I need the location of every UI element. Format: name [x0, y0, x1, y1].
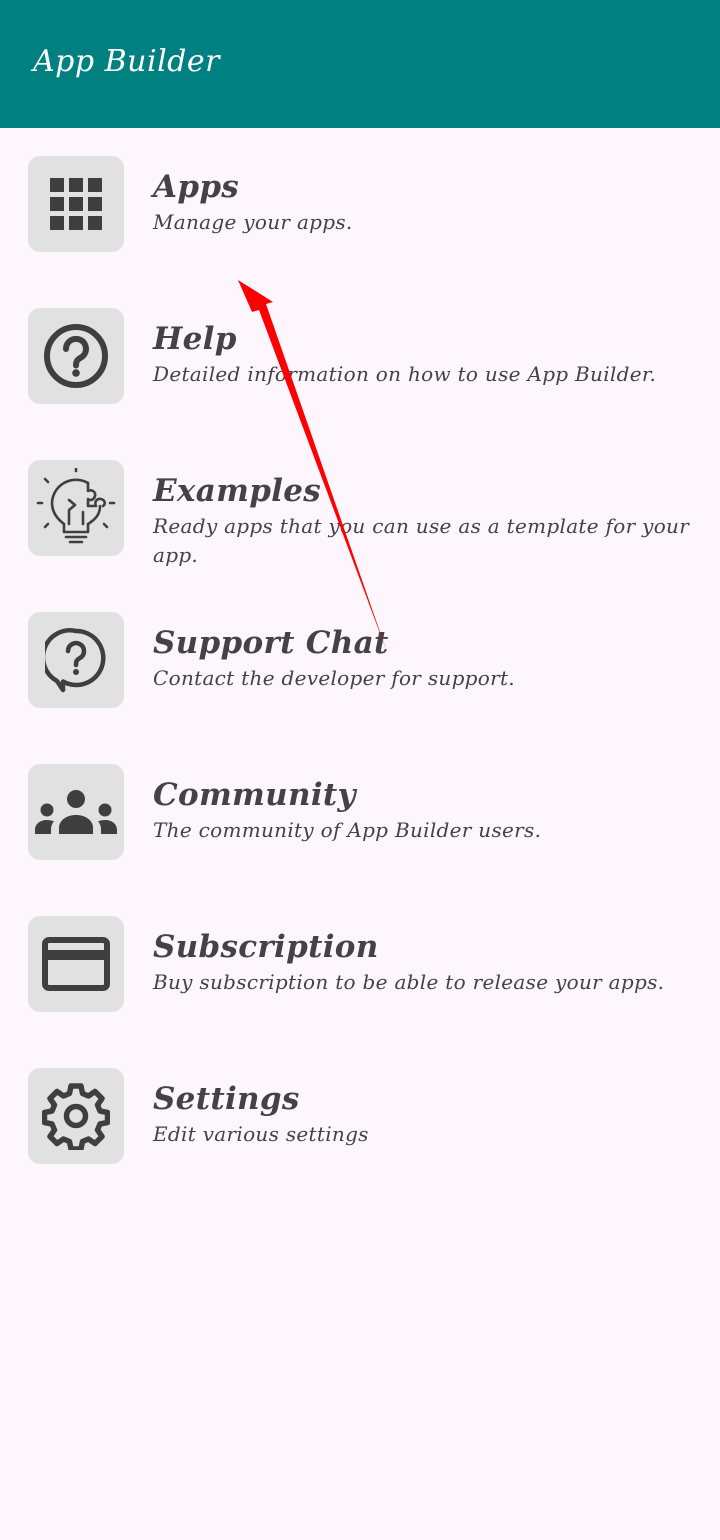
gear-icon	[28, 1068, 124, 1164]
menu-item-text: Subscription Buy subscription to be able…	[153, 926, 693, 997]
menu-item-subtitle: Buy subscription to be able to release y…	[153, 970, 665, 994]
menu-item-title: Subscription	[153, 929, 379, 965]
menu-item-text: Help Detailed information on how to use …	[153, 318, 693, 389]
menu-item-title: Help	[153, 321, 237, 357]
menu-item-subtitle: Edit various settings	[153, 1122, 369, 1146]
menu-item-support-chat[interactable]: Support Chat Contact the developer for s…	[0, 612, 720, 708]
group-icon	[28, 764, 124, 860]
menu-item-settings[interactable]: Settings Edit various settings	[0, 1068, 720, 1164]
menu-item-title: Settings	[153, 1081, 300, 1117]
menu-item-subtitle: Ready apps that you can use as a templat…	[153, 514, 690, 567]
menu-item-title: Support Chat	[153, 625, 389, 661]
menu-item-community[interactable]: Community The community of App Builder u…	[0, 764, 720, 860]
menu-item-title: Apps	[153, 169, 240, 205]
menu-item-subtitle: Detailed information on how to use App B…	[153, 362, 657, 386]
app-title: App Builder	[33, 44, 220, 79]
credit-card-icon	[28, 916, 124, 1012]
menu-item-subscription[interactable]: Subscription Buy subscription to be able…	[0, 916, 720, 1012]
menu-item-apps[interactable]: Apps Manage your apps.	[0, 156, 720, 252]
lightbulb-puzzle-icon	[28, 460, 124, 556]
help-circle-icon	[28, 308, 124, 404]
menu-item-title: Examples	[153, 473, 322, 509]
menu-item-text: Community The community of App Builder u…	[153, 774, 693, 845]
menu-item-text: Apps Manage your apps.	[153, 166, 693, 237]
menu-item-subtitle: The community of App Builder users.	[153, 818, 542, 842]
chat-question-icon	[28, 612, 124, 708]
menu-item-text: Support Chat Contact the developer for s…	[153, 622, 693, 693]
menu-item-help[interactable]: Help Detailed information on how to use …	[0, 308, 720, 404]
menu-item-text: Examples Ready apps that you can use as …	[153, 470, 693, 570]
menu-item-title: Community	[153, 777, 356, 813]
menu-list: Apps Manage your apps. Help Detailed inf…	[0, 156, 720, 1220]
grid-icon	[28, 156, 124, 252]
menu-item-examples[interactable]: Examples Ready apps that you can use as …	[0, 460, 720, 567]
menu-item-text: Settings Edit various settings	[153, 1078, 693, 1149]
app-bar: App Builder	[0, 0, 720, 128]
menu-item-subtitle: Contact the developer for support.	[153, 666, 515, 690]
menu-item-subtitle: Manage your apps.	[153, 210, 353, 234]
